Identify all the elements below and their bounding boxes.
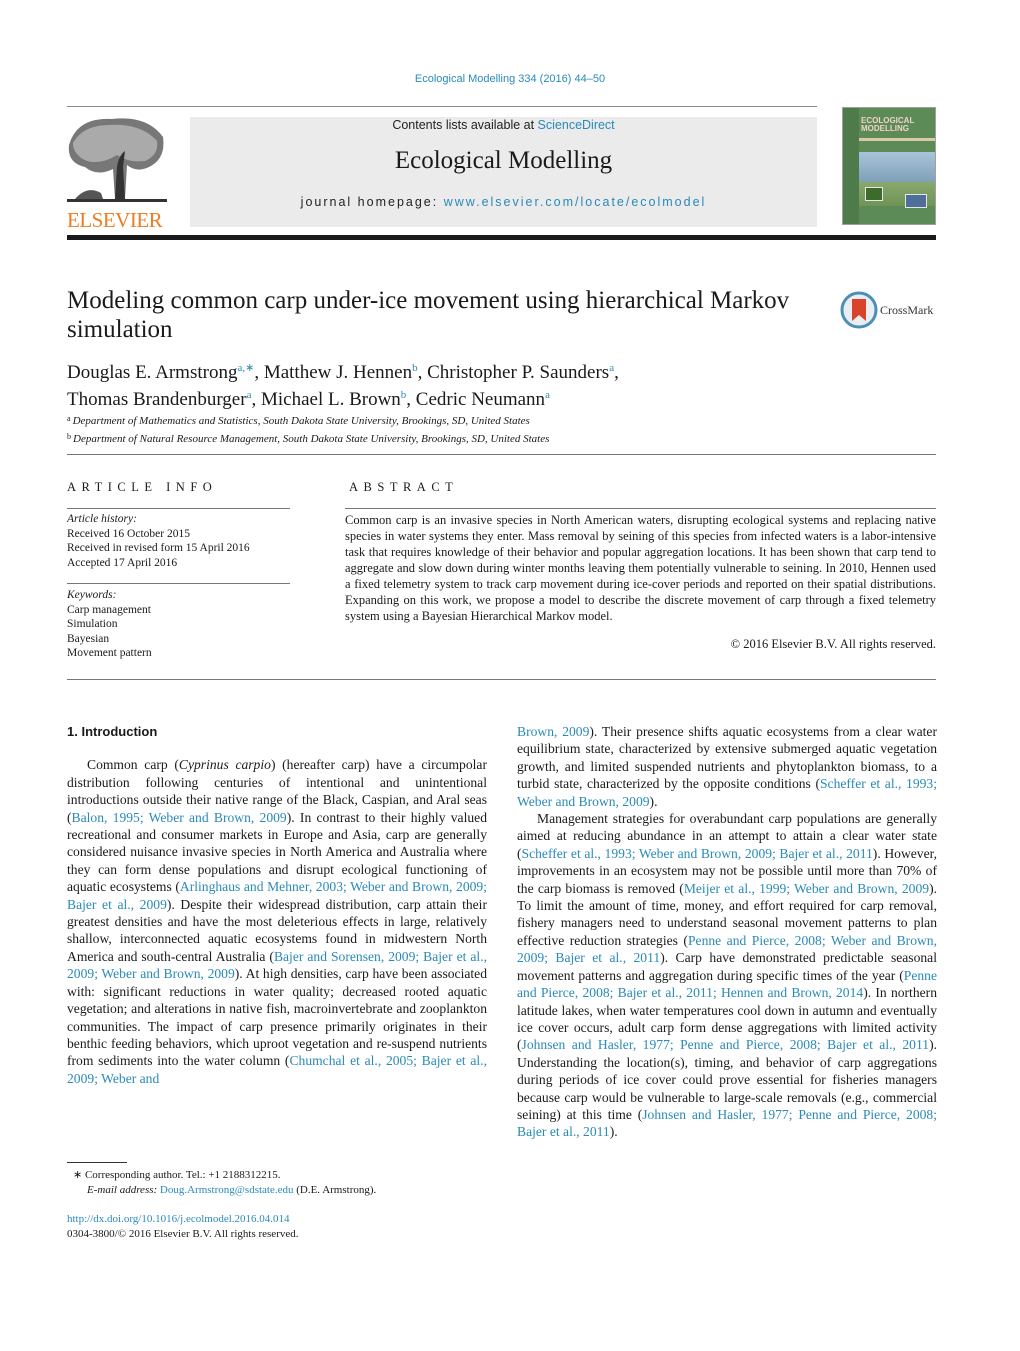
article-info-heading: ARTICLE INFO xyxy=(67,480,218,494)
author-affil-mark[interactable]: a xyxy=(609,362,614,374)
journal-homepage-link[interactable]: www.elsevier.com/locate/ecolmodel xyxy=(444,195,707,209)
body-paragraph: Common carp (Cyprinus carpio) (hereafter… xyxy=(67,756,487,1087)
section-heading-introduction: 1. Introduction xyxy=(67,724,158,739)
crossmark-label: CrossMark xyxy=(880,302,934,317)
journal-masthead: Contents lists available at ScienceDirec… xyxy=(190,117,817,227)
body-right-column: Brown, 2009). Their presence shifts aqua… xyxy=(517,723,937,1141)
affiliation-item: a Department of Mathematics and Statistic… xyxy=(67,414,530,427)
elsevier-wordmark: ELSEVIER xyxy=(67,208,163,232)
journal-reference-link[interactable]: Ecological Modelling 334 (2016) 44–50 xyxy=(0,73,1020,85)
body-left-column: 1. Introduction Common carp (Cyprinus ca… xyxy=(67,723,487,1087)
history-item: Received 16 October 2015 xyxy=(67,527,190,540)
author-name[interactable]: Michael L. Brown xyxy=(261,389,401,410)
history-label: Article history: xyxy=(67,513,137,525)
keyword-item: Simulation xyxy=(67,618,118,630)
email-suffix: (D.E. Armstrong). xyxy=(293,1183,377,1196)
section-divider xyxy=(67,454,936,455)
journal-title: Ecological Modelling xyxy=(394,147,613,174)
doi-link[interactable]: http://dx.doi.org/10.1016/j.ecolmodel.20… xyxy=(67,1212,299,1227)
author-list: Douglas E. Armstronga,∗, Matthew J. Henn… xyxy=(67,362,619,410)
author-affil-mark[interactable]: b xyxy=(412,362,418,374)
doi-block: http://dx.doi.org/10.1016/j.ecolmodel.20… xyxy=(67,1212,299,1241)
keywords-rule xyxy=(67,583,290,584)
species-name: Cyprinus carpio xyxy=(178,757,271,773)
cover-spine xyxy=(843,108,859,224)
author-affil-mark[interactable]: a xyxy=(247,389,252,401)
affiliation-item: b Department of Natural Resource Manageme… xyxy=(67,432,550,445)
elsevier-logo: ELSEVIER xyxy=(67,115,167,232)
author-name[interactable]: Douglas E. Armstrong xyxy=(67,362,237,383)
author-affil-mark[interactable]: a xyxy=(545,389,550,401)
homepage-line: journal homepage: www.elsevier.com/locat… xyxy=(190,195,817,209)
crossmark-badge[interactable]: CrossMark xyxy=(840,291,933,329)
issn-copyright: 0304-3800/© 2016 Elsevier B.V. All right… xyxy=(67,1227,299,1240)
body-paragraph: Management strategies for overabundant c… xyxy=(517,810,937,1141)
author-name[interactable]: Cedric Neumann xyxy=(416,389,545,410)
header-rule xyxy=(67,106,817,107)
author-affil-mark[interactable]: a,∗ xyxy=(237,362,254,374)
homepage-prefix: journal homepage: xyxy=(300,195,444,209)
author-name[interactable]: Thomas Brandenburger xyxy=(67,389,247,410)
affiliations: a Department of Mathematics and Statistic… xyxy=(67,411,549,447)
abstract-heading: ABSTRACT xyxy=(349,480,459,494)
email-line: E-mail address: Doug.Armstrong@sdstate.e… xyxy=(67,1183,376,1198)
author-name[interactable]: Matthew J. Hennen xyxy=(264,362,412,383)
cover-subtitle-band xyxy=(859,138,935,141)
cover-photo-sky xyxy=(859,152,935,182)
keyword-item: Bayesian xyxy=(67,632,110,645)
email-label: E-mail address: xyxy=(87,1183,160,1196)
cover-inset-2 xyxy=(905,194,927,208)
body-text: ). xyxy=(609,1124,618,1140)
email-link[interactable]: Doug.Armstrong@sdstate.edu xyxy=(160,1184,294,1196)
keywords-label: Keywords: xyxy=(67,589,117,601)
article-title: Modeling common carp under-ice movement … xyxy=(67,287,790,343)
citation-link[interactable]: Meijer et al., 1999; Weber and Brown, 20… xyxy=(684,881,929,896)
elsevier-tree-icon xyxy=(67,118,167,202)
contents-prefix: Contents lists available at xyxy=(392,118,538,132)
history-item: Accepted 17 April 2016 xyxy=(67,556,178,569)
citation-link[interactable]: Balon, 1995; Weber and Brown, 2009 xyxy=(72,810,287,825)
abstract-bottom-rule xyxy=(67,679,936,680)
article-info-rule xyxy=(67,508,290,509)
author-affil-mark[interactable]: b xyxy=(401,389,407,401)
author-name[interactable]: Christopher P. Saunders xyxy=(427,362,609,383)
citation-link[interactable]: Brown, 2009 xyxy=(517,724,589,739)
keyword-item: Movement pattern xyxy=(67,647,152,659)
header-thick-rule xyxy=(67,235,936,240)
cover-inset-1 xyxy=(865,187,883,201)
body-paragraph: Brown, 2009). Their presence shifts aqua… xyxy=(517,723,937,810)
cover-title: ECOLOGICAL MODELLING xyxy=(861,116,915,133)
abstract-rule xyxy=(345,508,936,509)
corresponding-author-note: ∗ Corresponding author. Tel.: +1 2188312… xyxy=(73,1169,281,1181)
crossmark-icon xyxy=(840,291,878,329)
history-item: Received in revised form 15 April 2016 xyxy=(67,542,250,554)
contents-line: Contents lists available at ScienceDirec… xyxy=(190,118,817,132)
sciencedirect-link[interactable]: ScienceDirect xyxy=(538,118,615,132)
abstract-text: Common carp is an invasive species in No… xyxy=(345,513,936,623)
citation-link[interactable]: Scheffer et al., 1993; Weber and Brown, … xyxy=(522,846,873,861)
footnote-rule xyxy=(67,1162,127,1163)
keywords: Keywords: Carp management Simulation Bay… xyxy=(67,588,292,661)
keyword-item: Carp management xyxy=(67,603,151,616)
footnotes: ∗ Corresponding author. Tel.: +1 2188312… xyxy=(67,1168,376,1197)
citation-link[interactable]: Johnsen and Hasler, 1977; Penne and Pier… xyxy=(522,1037,930,1052)
article-history: Article history: Received 16 October 201… xyxy=(67,512,292,570)
body-text: ). xyxy=(649,793,658,809)
body-text: Common carp ( xyxy=(87,757,179,773)
journal-cover-thumbnail[interactable]: ECOLOGICAL MODELLING xyxy=(842,107,936,225)
abstract-copyright: © 2016 Elsevier B.V. All rights reserved… xyxy=(730,637,936,651)
